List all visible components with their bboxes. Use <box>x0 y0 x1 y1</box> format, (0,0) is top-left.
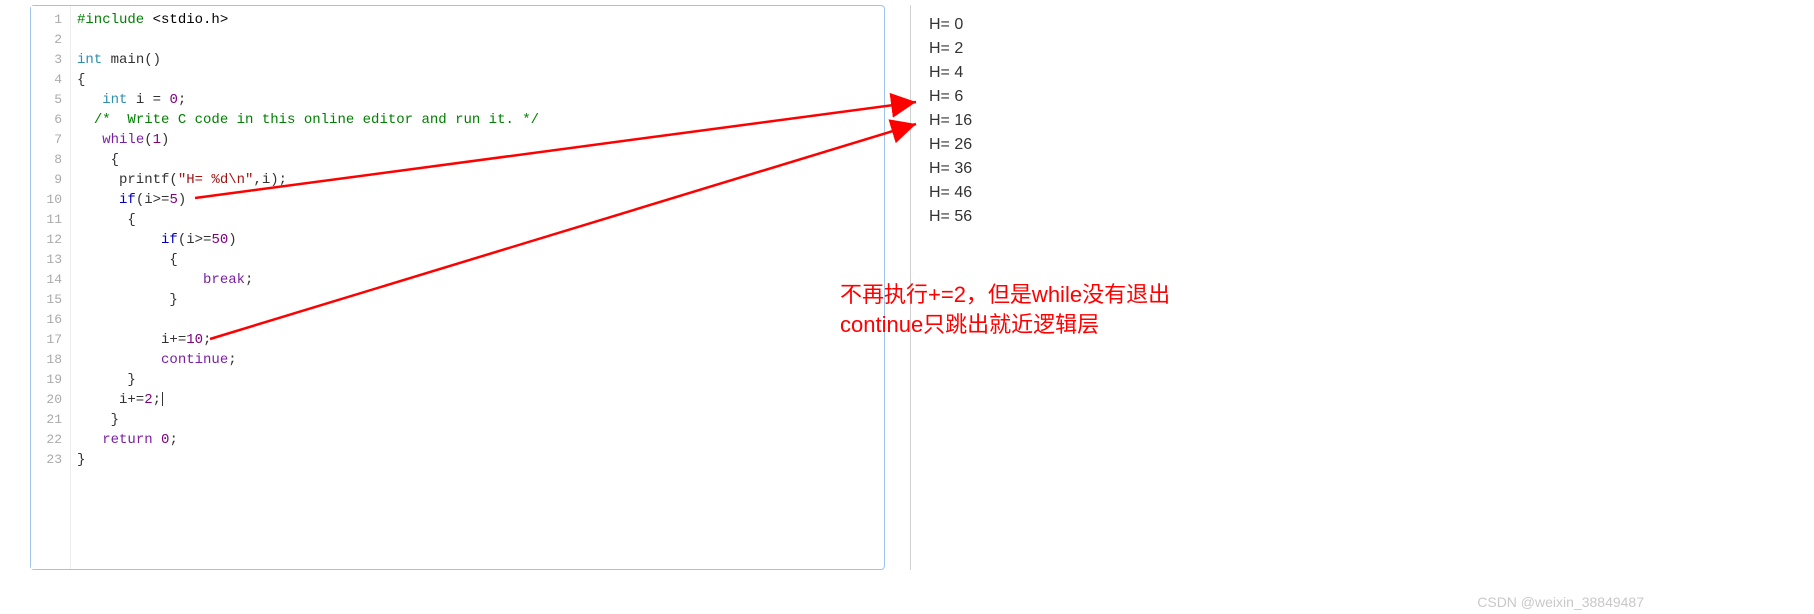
output-line: H= 2 <box>929 37 1332 61</box>
line-number: 18 <box>31 350 70 370</box>
code-line[interactable]: continue; <box>77 350 884 370</box>
output-line: H= 56 <box>929 205 1332 229</box>
output-line: H= 46 <box>929 181 1332 205</box>
code-line[interactable]: i+=10; <box>77 330 884 350</box>
line-number: 6 <box>31 110 70 130</box>
line-number: 22 <box>31 430 70 450</box>
line-number-gutter: 1234567891011121314151617181920212223 <box>31 6 71 569</box>
line-number: 1 <box>31 10 70 30</box>
code-line[interactable] <box>77 30 884 50</box>
output-line: H= 16 <box>929 109 1332 133</box>
code-text-area[interactable]: #include <stdio.h>int main(){ int i = 0;… <box>71 6 884 569</box>
code-line[interactable] <box>77 310 884 330</box>
line-number: 12 <box>31 230 70 250</box>
code-line[interactable]: int main() <box>77 50 884 70</box>
line-number: 17 <box>31 330 70 350</box>
line-number: 9 <box>31 170 70 190</box>
code-line[interactable]: while(1) <box>77 130 884 150</box>
annotation-line-2: continue只跳出就近逻辑层 <box>840 310 1170 340</box>
output-line: H= 36 <box>929 157 1332 181</box>
line-number: 20 <box>31 390 70 410</box>
line-number: 16 <box>31 310 70 330</box>
line-number: 15 <box>31 290 70 310</box>
line-number: 2 <box>31 30 70 50</box>
code-line[interactable]: #include <stdio.h> <box>77 10 884 30</box>
line-number: 4 <box>31 70 70 90</box>
code-line[interactable]: { <box>77 150 884 170</box>
line-number: 14 <box>31 270 70 290</box>
code-line[interactable]: { <box>77 70 884 90</box>
code-line[interactable]: } <box>77 450 884 470</box>
output-line: H= 0 <box>929 13 1332 37</box>
line-number: 11 <box>31 210 70 230</box>
code-line[interactable]: { <box>77 210 884 230</box>
code-line[interactable]: /* Write C code in this online editor an… <box>77 110 884 130</box>
code-line[interactable]: i+=2; <box>77 390 884 410</box>
line-number: 10 <box>31 190 70 210</box>
output-line: H= 6 <box>929 85 1332 109</box>
code-line[interactable]: } <box>77 290 884 310</box>
output-line: H= 26 <box>929 133 1332 157</box>
annotation-text: 不再执行+=2，但是while没有退出 continue只跳出就近逻辑层 <box>840 280 1170 340</box>
code-line[interactable]: break; <box>77 270 884 290</box>
line-number: 19 <box>31 370 70 390</box>
line-number: 8 <box>31 150 70 170</box>
text-cursor <box>162 392 163 406</box>
code-line[interactable]: if(i>=50) <box>77 230 884 250</box>
line-number: 5 <box>31 90 70 110</box>
code-editor-panel[interactable]: 1234567891011121314151617181920212223 #i… <box>30 5 885 570</box>
output-line: H= 4 <box>929 61 1332 85</box>
watermark-text: CSDN @weixin_38849487 <box>1477 594 1644 610</box>
code-line[interactable]: int i = 0; <box>77 90 884 110</box>
code-line[interactable]: printf("H= %d\n",i); <box>77 170 884 190</box>
code-line[interactable]: { <box>77 250 884 270</box>
code-line[interactable]: } <box>77 410 884 430</box>
code-line[interactable]: return 0; <box>77 430 884 450</box>
annotation-line-1: 不再执行+=2，但是while没有退出 <box>840 280 1170 310</box>
line-number: 7 <box>31 130 70 150</box>
line-number: 3 <box>31 50 70 70</box>
line-number: 23 <box>31 450 70 470</box>
code-line[interactable]: if(i>=5) <box>77 190 884 210</box>
code-line[interactable]: } <box>77 370 884 390</box>
line-number: 13 <box>31 250 70 270</box>
line-number: 21 <box>31 410 70 430</box>
